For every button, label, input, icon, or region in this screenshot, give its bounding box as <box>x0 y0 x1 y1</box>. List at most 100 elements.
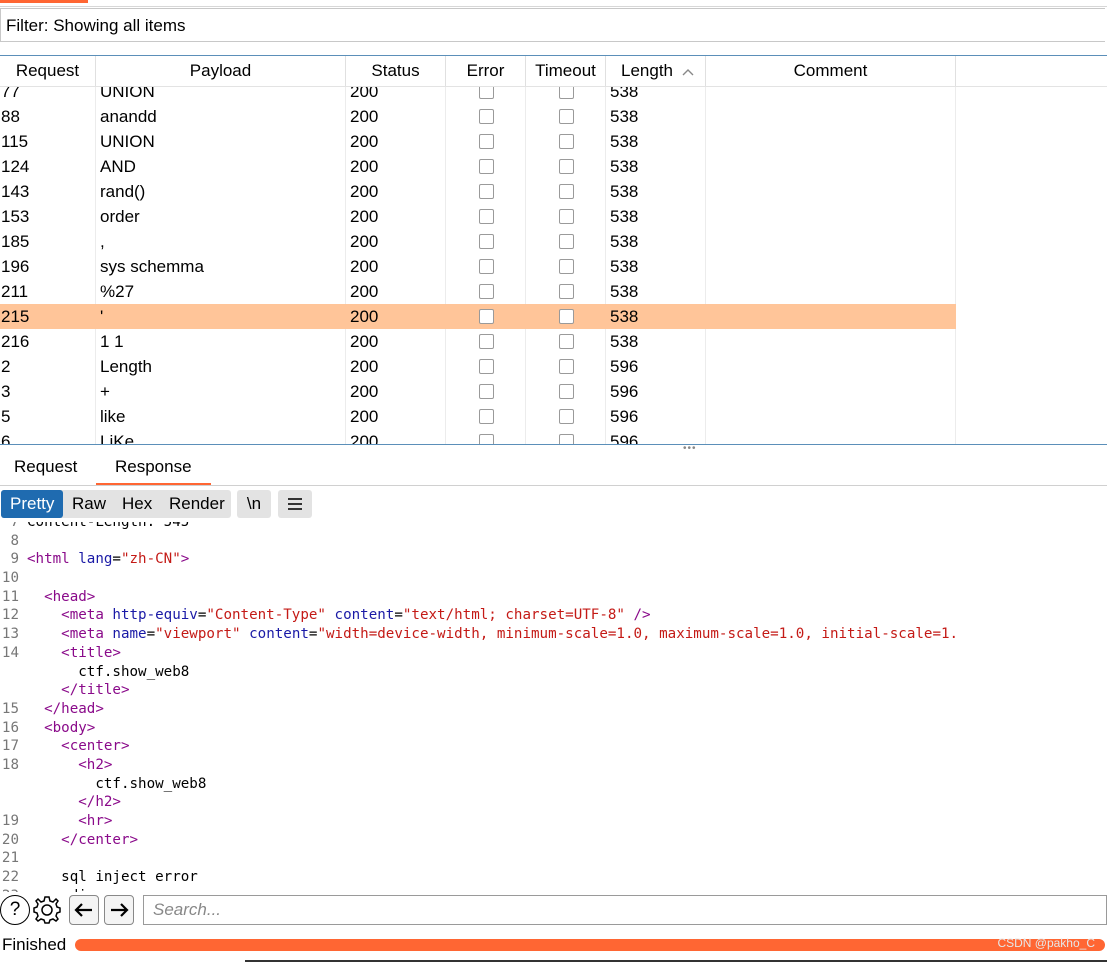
table-row[interactable]: 143 rand() 200 538 <box>0 179 956 204</box>
watermark: CSDN @pakho_C <box>997 936 1095 950</box>
code-token: <html <box>27 551 79 568</box>
cell-request: 153 <box>1 207 30 226</box>
error-checkbox <box>479 184 494 199</box>
code-token: <head> <box>44 588 96 605</box>
cell-length: 538 <box>610 107 639 126</box>
error-checkbox <box>479 309 494 324</box>
tab-response[interactable]: Response <box>96 452 211 485</box>
column-header-payload[interactable]: Payload <box>96 56 346 86</box>
column-header-comment[interactable]: Comment <box>706 56 956 86</box>
timeout-checkbox <box>559 309 574 324</box>
cell-payload: anandd <box>100 107 157 126</box>
menu-button[interactable] <box>278 490 312 518</box>
code-line: 20 </center> <box>0 831 1107 850</box>
sort-ascending-icon <box>682 69 694 76</box>
search-input[interactable]: Search... <box>143 895 1107 925</box>
cell-payload: , <box>100 232 105 251</box>
line-number: 8 <box>10 532 19 549</box>
column-header-request[interactable]: Request <box>0 56 96 86</box>
code-line: 14 <title> <box>0 644 1107 663</box>
code-line: 16 <body> <box>0 719 1107 738</box>
code-token: = <box>112 551 121 568</box>
cell-status: 200 <box>350 407 379 426</box>
cell-length: 538 <box>610 232 639 251</box>
tab-request[interactable]: Request <box>0 452 91 483</box>
cell-payload: like <box>100 407 126 426</box>
cell-length: 538 <box>610 332 639 351</box>
newline-toggle-button[interactable]: \n <box>237 490 271 518</box>
code-token: </title> <box>61 682 130 699</box>
code-token: name <box>112 626 147 643</box>
column-header-error[interactable]: Error <box>446 56 526 86</box>
table-row[interactable]: 115 UNION 200 538 <box>0 129 956 154</box>
table-row[interactable]: 211 %27 200 538 <box>0 279 956 304</box>
code-line: 12 <meta http-equiv = "Content-Type" conte… <box>0 606 1107 625</box>
error-checkbox <box>479 234 494 249</box>
table-row[interactable]: 196 sys schemma 200 538 <box>0 254 956 279</box>
code-text: </title> <box>27 681 130 700</box>
code-token: "width=device-width, minimum-scale=1.0, … <box>317 626 959 643</box>
cell-payload: rand() <box>100 182 146 201</box>
cell-request: 185 <box>1 232 30 251</box>
code-text: <hr> <box>27 812 112 831</box>
table-row[interactable]: 153 order 200 538 <box>0 204 956 229</box>
status-bar: Finished CSDN @pakho_C <box>0 929 1107 963</box>
code-token: <body> <box>44 719 96 736</box>
table-row[interactable]: 3 +200 596 <box>0 379 956 404</box>
cell-payload: order <box>100 207 140 226</box>
code-line: 8 <box>0 532 1107 551</box>
cell-status: 200 <box>350 182 379 201</box>
timeout-checkbox <box>559 184 574 199</box>
code-text: ctf.show_web8 <box>27 663 189 682</box>
filter-bar[interactable]: Filter: Showing all items <box>0 8 1105 42</box>
response-editor[interactable]: 7 Content-Length: 545 8 9 <html lang="zh-CN"… <box>0 522 1107 892</box>
arrow-right-icon[interactable] <box>104 895 134 925</box>
cell-length: 538 <box>610 257 639 276</box>
column-header-status[interactable]: Status <box>346 56 446 86</box>
code-line: 18 <h2> <box>0 756 1107 775</box>
line-number: 10 <box>1 570 19 587</box>
table-row[interactable]: 216 1 1 200 538 <box>0 329 956 354</box>
code-text: <title> <box>27 644 121 663</box>
cell-payload: + <box>100 382 110 401</box>
cell-status: 200 <box>350 432 379 445</box>
cell-request: 196 <box>1 257 30 276</box>
code-token: </head> <box>44 700 104 717</box>
table-row[interactable]: 88 anandd 200 538 <box>0 104 956 129</box>
cell-request: 115 <box>1 132 29 151</box>
render-button[interactable]: Render <box>160 490 234 518</box>
cell-length: 596 <box>610 432 639 445</box>
gear-icon[interactable] <box>32 895 62 925</box>
code-line: 21 <box>0 849 1107 868</box>
line-number: 22 <box>1 869 19 886</box>
code-token: <center> <box>61 738 130 755</box>
table-row[interactable]: 215 ' 200 538 <box>0 304 956 329</box>
code-text: <h2> <box>27 756 112 775</box>
column-header-timeout[interactable]: Timeout <box>526 56 606 86</box>
code-line: 7 Content-Length: 545 <box>0 522 1107 532</box>
line-number: 16 <box>1 719 19 736</box>
cell-status: 200 <box>350 157 379 176</box>
table-row[interactable]: 6 LiKe 200 596 <box>0 429 956 445</box>
table-header: Request Payload Status Error Timeout Len… <box>0 56 1107 87</box>
arrow-left-icon[interactable] <box>69 895 99 925</box>
table-row[interactable]: 5 like 200 596 <box>0 404 956 429</box>
line-number: 14 <box>1 644 19 661</box>
code-line: ctf.show_web8 <box>0 663 1107 682</box>
cell-request: 215 <box>1 307 30 326</box>
table-row[interactable]: 2 Length 200 596 <box>0 354 956 379</box>
table-row[interactable]: 124 AND 200 538 <box>0 154 956 179</box>
hex-button[interactable]: Hex <box>113 490 161 518</box>
code-token: <meta <box>61 607 113 624</box>
cell-payload: AND <box>100 157 136 176</box>
timeout-checkbox <box>559 234 574 249</box>
cell-length: 538 <box>610 207 639 226</box>
pretty-button[interactable]: Pretty <box>1 490 64 518</box>
raw-button[interactable]: Raw <box>63 490 115 518</box>
hamburger-menu-icon <box>288 498 302 510</box>
help-icon[interactable]: ? <box>0 895 30 925</box>
cell-status: 200 <box>350 207 379 226</box>
column-header-length[interactable]: Length <box>606 56 706 86</box>
table-row[interactable]: 185, 200 538 <box>0 229 956 254</box>
